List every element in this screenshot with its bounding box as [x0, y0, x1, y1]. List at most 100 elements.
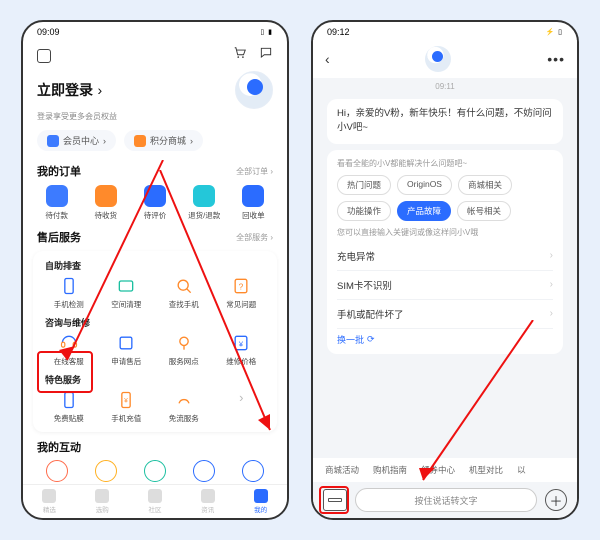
orders-title: 我的订单	[37, 163, 81, 179]
voice-placeholder: 按住说话转文字	[414, 494, 477, 507]
order-pending-pay[interactable]: 待付款	[33, 185, 80, 221]
self-check-title: 自助排查	[37, 257, 273, 276]
more-button[interactable]: •••	[547, 51, 565, 67]
right-content: ‹ ••• 09:11 Hi，亲爱的V粉，新年快乐！有什么问题，不妨问问小V吧~…	[313, 40, 577, 518]
phone-check[interactable]: 手机检测	[41, 276, 97, 310]
chevron-right-icon: ›	[550, 308, 553, 319]
chip-hot[interactable]: 热门问题	[337, 175, 391, 195]
interact-3[interactable]	[144, 460, 166, 482]
status-time: 09:09	[37, 27, 60, 37]
panel-hint: 看看全能的小V都能解决什么问题吧~	[337, 158, 553, 169]
back-button[interactable]: ‹	[325, 51, 330, 67]
comment-icon	[144, 185, 166, 207]
greeting-bubble: Hi，亲爱的V粉，新年快乐！有什么问题，不妨问问小V吧~	[327, 99, 563, 144]
wallet-icon	[46, 185, 68, 207]
nav-shop[interactable]: 选购	[95, 489, 109, 514]
service-points[interactable]: 服务网点	[156, 333, 212, 367]
repair-price[interactable]: ¥维修价格	[214, 333, 270, 367]
svg-text:¥: ¥	[124, 398, 128, 405]
faq[interactable]: ?常见问题	[214, 276, 270, 310]
chevron-right-icon: ›	[103, 136, 106, 146]
nav-community[interactable]: 社区	[148, 489, 162, 514]
aftersale-title: 售后服务	[37, 229, 81, 245]
interact-1[interactable]	[46, 460, 68, 482]
login-subtitle: 登录享受更多会员权益	[23, 109, 287, 122]
points-label: 积分商城	[150, 134, 186, 147]
find-phone[interactable]: 查找手机	[156, 276, 212, 310]
chip-originos[interactable]: OriginOS	[397, 175, 452, 195]
tab-more[interactable]: 以	[517, 464, 526, 476]
right-phone: 09:12 ⚡ ▯ ‹ ••• 09:11 Hi，亲爱的V粉，新年快乐！有什么问…	[311, 20, 579, 520]
faq-sim[interactable]: SIM卡不识别›	[337, 271, 553, 300]
chat-bubble-icon[interactable]	[259, 46, 273, 65]
diamond-icon	[47, 135, 59, 147]
chip-account[interactable]: 帐号相关	[457, 201, 511, 221]
list-hint: 您可以直接输入关键词或像这样问小V哦	[337, 227, 553, 238]
aftersale-card: 自助排查 手机检测 空间清理 查找手机 ?常见问题 咨询与维修 在线客服 申请售…	[33, 251, 277, 432]
interact-2[interactable]	[95, 460, 117, 482]
apply-aftersale[interactable]: 申请售后	[99, 333, 155, 367]
input-bar: 按住说话转文字 ＋	[313, 482, 577, 518]
faq-broken[interactable]: 手机或配件坏了›	[337, 300, 553, 329]
bottom-nav: 精选 选购 社区 资讯 我的	[23, 484, 287, 518]
feature-more[interactable]: ›	[214, 390, 270, 424]
order-pending-review[interactable]: 待评价	[131, 185, 178, 221]
keyboard-icon	[328, 498, 342, 502]
refresh-batch[interactable]: 换一批⟳	[337, 333, 553, 346]
orders-more[interactable]: 全部订单 ›	[236, 166, 273, 177]
bot-avatar[interactable]	[425, 46, 451, 72]
refresh-icon: ⟳	[367, 334, 375, 345]
tab-coupon[interactable]: 领券中心	[421, 464, 455, 476]
nav-featured[interactable]: 精选	[42, 489, 56, 514]
keyboard-toggle[interactable]	[323, 489, 347, 511]
interact-4[interactable]	[193, 460, 215, 482]
status-bar: 09:09 ▯ ▮	[23, 22, 287, 40]
nav-mine[interactable]: 我的	[254, 489, 268, 514]
order-recycle[interactable]: 回收单	[230, 185, 277, 221]
chat-timestamp: 09:11	[313, 78, 577, 95]
chevron-right-icon: ›	[239, 390, 243, 405]
free-data[interactable]: 免流服务	[156, 390, 212, 424]
people-icon	[148, 489, 162, 503]
return-icon	[193, 185, 215, 207]
bag-icon	[95, 489, 109, 503]
voice-input[interactable]: 按住说话转文字	[355, 488, 537, 512]
login-button[interactable]: 立即登录 ›	[37, 80, 102, 100]
phone-recharge[interactable]: ¥手机充值	[99, 390, 155, 424]
faq-charging[interactable]: 充电异常›	[337, 242, 553, 271]
status-icons: ▯ ▮	[260, 28, 273, 36]
interact-row	[23, 456, 287, 482]
nav-news[interactable]: 资讯	[201, 489, 215, 514]
points-mall-pill[interactable]: 积分商城 ›	[124, 130, 203, 151]
avatar[interactable]	[235, 71, 273, 109]
left-content: 立即登录 › 登录享受更多会员权益 会员中心 › 积分商城 › 我的订单 全部订…	[23, 40, 287, 518]
capability-panel: 看看全能的小V都能解决什么问题吧~ 热门问题 OriginOS 商城相关 功能操…	[327, 150, 563, 354]
feature-title: 特色服务	[37, 371, 273, 390]
chip-row: 热门问题 OriginOS 商城相关 功能操作 产品故障 帐号相关	[337, 175, 553, 221]
login-title: 立即登录	[37, 82, 93, 98]
plus-button[interactable]: ＋	[545, 489, 567, 511]
free-film[interactable]: 免费贴膜	[41, 390, 97, 424]
tab-buy-guide[interactable]: 购机指南	[373, 464, 407, 476]
person-icon	[254, 489, 268, 503]
order-return[interactable]: 退货/退款	[181, 185, 228, 221]
cart-icon[interactable]	[233, 46, 247, 65]
aftersale-more[interactable]: 全部服务 ›	[236, 232, 273, 243]
chip-feature[interactable]: 功能操作	[337, 201, 391, 221]
chevron-right-icon: ›	[97, 82, 102, 98]
tab-mall-activity[interactable]: 商城活动	[325, 464, 359, 476]
tab-compare[interactable]: 机型对比	[469, 464, 503, 476]
settings-hex-icon[interactable]	[37, 49, 51, 63]
quick-tabs: 商城活动 购机指南 领券中心 机型对比 以	[313, 458, 577, 482]
heart-icon	[42, 489, 56, 503]
chevron-right-icon: ›	[550, 250, 553, 261]
svg-text:?: ?	[239, 281, 244, 291]
svg-text:¥: ¥	[239, 339, 244, 348]
order-pending-receive[interactable]: 待收货	[82, 185, 129, 221]
online-service[interactable]: 在线客服	[41, 333, 97, 367]
chip-fault[interactable]: 产品故障	[397, 201, 451, 221]
space-clean[interactable]: 空间清理	[99, 276, 155, 310]
interact-5[interactable]	[242, 460, 264, 482]
chip-mall[interactable]: 商城相关	[458, 175, 512, 195]
member-center-pill[interactable]: 会员中心 ›	[37, 130, 116, 151]
